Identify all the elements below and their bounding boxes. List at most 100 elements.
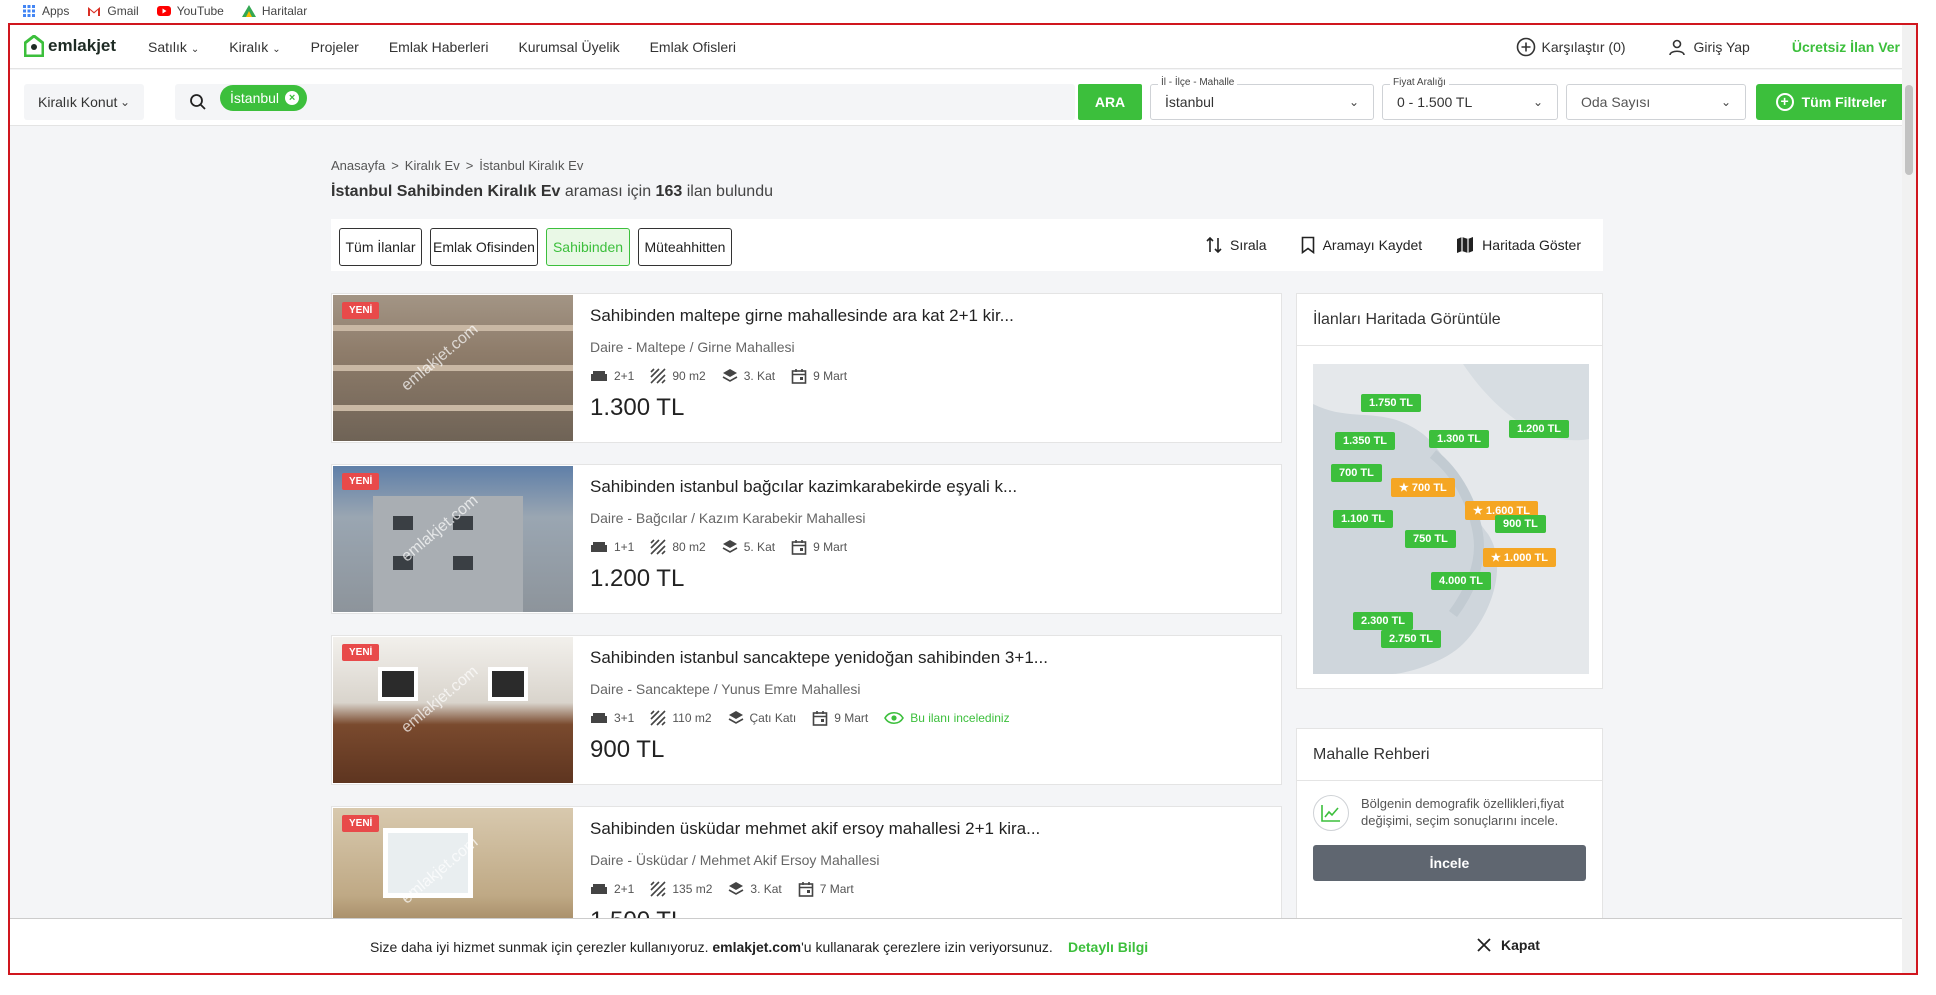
- map-price-pin[interactable]: 900 TL: [1495, 515, 1546, 533]
- price-select[interactable]: 0 - 1.500 TL ⌄: [1382, 84, 1558, 120]
- category-select[interactable]: Kiralık Konut ⌄: [24, 84, 144, 120]
- breadcrumb-item[interactable]: İstanbul Kiralık Ev: [479, 158, 583, 173]
- cookie-details-link[interactable]: Detaylı Bilgi: [1068, 939, 1148, 955]
- map-price-pin[interactable]: 1.300 TL: [1429, 430, 1490, 448]
- tab-all-listings[interactable]: Tüm İlanlar: [339, 228, 422, 266]
- bookmark-maps[interactable]: Haritalar: [241, 4, 307, 18]
- price-label: Fiyat Aralığı: [1390, 77, 1449, 88]
- area-info: 110 m2: [650, 710, 712, 726]
- map-price-pin[interactable]: 1.200 TL: [1509, 420, 1570, 438]
- tab-realtor[interactable]: Emlak Ofisinden: [430, 228, 538, 266]
- site-header: emlakjet Satılık ⌄ Kiralık ⌄ Projeler Emla…: [10, 25, 1916, 69]
- area-info: 135 m2: [650, 881, 712, 897]
- area-value: 80 m2: [672, 540, 706, 554]
- date-value: 7 Mart: [819, 882, 854, 896]
- map-preview[interactable]: 1.750 TL 1.350 TL 1.300 TL 1.200 TL 700 …: [1313, 364, 1589, 674]
- floor-info: 3. Kat: [722, 368, 775, 384]
- nav-emlak-haberleri[interactable]: Emlak Haberleri: [389, 39, 489, 55]
- map-price-pin-featured[interactable]: ★ 1.000 TL: [1483, 548, 1556, 567]
- listing-title[interactable]: Sahibinden maltepe girne mahallesinde ar…: [590, 306, 1014, 326]
- nav-kurumsal-uyelik[interactable]: Kurumsal Üyelik: [518, 39, 619, 55]
- rooms-value: 2+1: [614, 882, 635, 896]
- chip-label: İstanbul: [230, 90, 280, 106]
- inspect-button[interactable]: İncele: [1313, 845, 1586, 881]
- listing-title[interactable]: Sahibinden istanbul bağcılar kazimkarabe…: [590, 477, 1017, 497]
- location-select[interactable]: İstanbul ⌄: [1150, 84, 1374, 120]
- cookie-text-post: 'u kullanarak çerezlere izin veriyorsunu…: [801, 939, 1053, 955]
- rooms-info: 3+1: [590, 711, 634, 725]
- nav-kiralik[interactable]: Kiralık ⌄: [229, 39, 280, 55]
- result-mid: araması için: [564, 183, 652, 200]
- map-price-pin[interactable]: 700 TL: [1331, 464, 1382, 482]
- date-info: 9 Mart: [791, 368, 847, 384]
- listing-meta: 3+1 110 m2 Çatı Katı 9 Mart Bu ilanı inc…: [590, 710, 1010, 726]
- layers-icon: [728, 882, 744, 895]
- map-price-pin-featured[interactable]: ★ 700 TL: [1391, 478, 1455, 497]
- area-hatch-icon: [650, 368, 666, 384]
- listing-location: Daire - Maltepe / Girne Mahallesi: [590, 339, 795, 355]
- page-scrollbar[interactable]: [1902, 25, 1916, 973]
- layers-icon: [722, 540, 738, 553]
- cookie-text: Size daha iyi hizmet sunmak için çerezle…: [370, 939, 1053, 955]
- map-price-pin[interactable]: 750 TL: [1405, 530, 1456, 548]
- map-price-pin[interactable]: 1.350 TL: [1335, 432, 1396, 450]
- tab-contractor[interactable]: Müteahhitten: [638, 228, 732, 266]
- rooms-select[interactable]: Oda Sayısı ⌄: [1566, 84, 1746, 120]
- bookmark-apps[interactable]: Apps: [22, 4, 69, 18]
- listing-title[interactable]: Sahibinden üsküdar mehmet akif ersoy mah…: [590, 819, 1040, 839]
- area-hatch-icon: [650, 539, 666, 555]
- close-icon[interactable]: ×: [285, 91, 300, 105]
- save-search-button[interactable]: Aramayı Kaydet: [1301, 236, 1422, 254]
- floor-info: Çatı Katı: [728, 710, 796, 726]
- new-badge: YENİ: [342, 644, 380, 661]
- filter-tabs-bar: Tüm İlanlar Emlak Ofisinden Sahibinden M…: [331, 219, 1603, 271]
- listing-price: 1.300 TL: [590, 394, 685, 421]
- map-card: İlanları Haritada Görüntüle 1.750 TL 1.3…: [1296, 293, 1603, 689]
- area-info: 90 m2: [650, 368, 706, 384]
- breadcrumb-item[interactable]: Kiralık Ev: [405, 158, 460, 173]
- scrollbar-thumb[interactable]: [1905, 85, 1913, 175]
- map-price-pin[interactable]: 1.750 TL: [1361, 394, 1422, 412]
- listing-card[interactable]: emlakjet.com YENİ Sahibinden istanbul ba…: [331, 464, 1282, 614]
- listing-card[interactable]: emlakjet.com YENİ Sahibinden istanbul sa…: [331, 635, 1282, 785]
- house-logo-icon: [24, 35, 44, 57]
- all-filters-button[interactable]: + Tüm Filtreler: [1756, 84, 1906, 120]
- rooms-info: 2+1: [590, 369, 634, 383]
- cookie-close-button[interactable]: Kapat: [1477, 937, 1540, 953]
- star-icon: ★: [1473, 505, 1486, 517]
- nav-label: Kiralık: [229, 39, 269, 55]
- map-price-pin[interactable]: 2.750 TL: [1381, 630, 1442, 648]
- nav-emlak-ofisleri[interactable]: Emlak Ofisleri: [650, 39, 736, 55]
- youtube-icon: [156, 6, 171, 16]
- sort-arrows-icon: [1206, 236, 1222, 254]
- cookie-banner: Size daha iyi hizmet sunmak için çerezle…: [10, 918, 1916, 973]
- map-price-pin[interactable]: 2.300 TL: [1353, 612, 1414, 630]
- floor-info: 5. Kat: [722, 539, 775, 555]
- star-icon: ★: [1399, 482, 1412, 494]
- nav-satilik[interactable]: Satılık ⌄: [148, 39, 199, 55]
- map-card-title: İlanları Haritada Görüntüle: [1297, 294, 1602, 346]
- bookmark-label: YouTube: [176, 4, 224, 18]
- bookmark-gmail[interactable]: Gmail: [87, 4, 139, 18]
- bookmark-youtube[interactable]: YouTube: [156, 4, 224, 18]
- login-button[interactable]: Giriş Yap: [1668, 38, 1750, 56]
- map-price-pin[interactable]: 1.100 TL: [1333, 510, 1394, 528]
- close-icon: [1477, 938, 1491, 952]
- search-input[interactable]: [175, 84, 1075, 120]
- result-suffix: ilan bulundu: [686, 183, 773, 200]
- show-on-map-button[interactable]: Haritada Göster: [1456, 236, 1581, 254]
- nav-projeler[interactable]: Projeler: [311, 39, 359, 55]
- listing-card[interactable]: emlakjet.com YENİ Sahibinden maltepe gir…: [331, 293, 1282, 443]
- new-badge: YENİ: [342, 815, 380, 832]
- free-listing-link[interactable]: Ücretsiz İlan Ver: [1792, 39, 1900, 55]
- listing-title[interactable]: Sahibinden istanbul sancaktepe yenidoğan…: [590, 648, 1048, 668]
- tab-owner[interactable]: Sahibinden: [546, 228, 630, 266]
- sort-button[interactable]: Sırala: [1206, 236, 1267, 254]
- map-price-pin[interactable]: 4.000 TL: [1431, 572, 1492, 590]
- listing-meta: 1+1 80 m2 5. Kat 9 Mart: [590, 539, 847, 555]
- site-logo[interactable]: emlakjet: [24, 35, 116, 57]
- location-chip[interactable]: İstanbul ×: [220, 85, 308, 111]
- breadcrumb-item[interactable]: Anasayfa: [331, 158, 385, 173]
- compare-button[interactable]: Karşılaştır (0): [1516, 37, 1626, 57]
- search-button[interactable]: ARA: [1078, 84, 1142, 120]
